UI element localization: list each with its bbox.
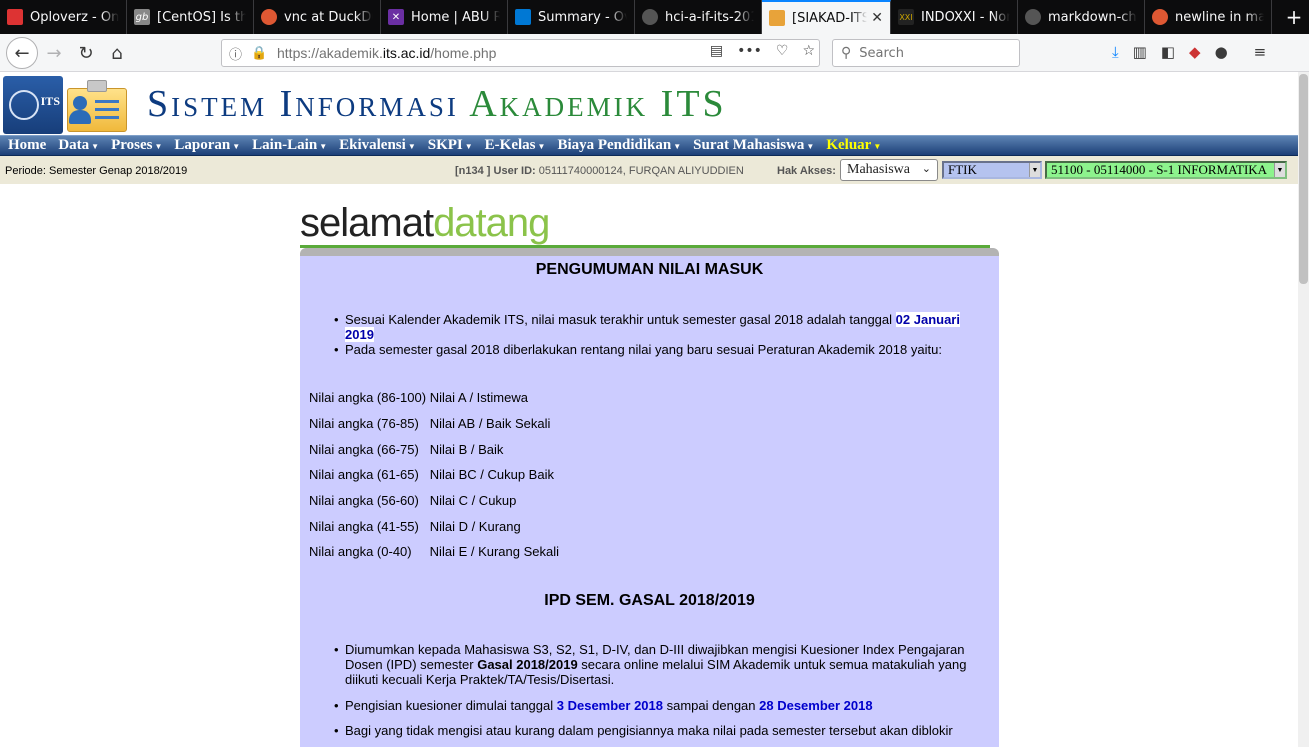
search-input[interactable]: ⚲ Search: [832, 39, 1020, 67]
reader-view-icon[interactable]: ▤: [710, 43, 723, 59]
lock-icon: 🔒: [251, 45, 268, 61]
menu-data[interactable]: Data ▼: [58, 137, 99, 154]
panel-header-bar: [300, 248, 999, 256]
menu-icon[interactable]: ≡: [1254, 43, 1267, 61]
grade-row: Nilai angka (61-65) Nilai BC / Cukup Bai…: [309, 467, 554, 482]
main-menu: Home Data ▼ Proses ▼ Laporan ▼ Lain-Lain ▼ E…: [0, 135, 1298, 156]
sidebar-icon[interactable]: ◧: [1161, 43, 1175, 61]
browser-tab[interactable]: hci-a-if-its-201: [635, 0, 762, 34]
hak-akses-label: Hak Akses:: [777, 165, 836, 177]
extension-b-icon[interactable]: ●: [1215, 43, 1228, 61]
periode-text: Periode: Semester Genap 2018/2019: [5, 165, 188, 177]
grade-row: Nilai angka (76-85) Nilai AB / Baik Seka…: [309, 416, 551, 431]
grade-row: Nilai angka (41-55) Nilai D / Kurang: [309, 519, 521, 534]
bookmark-star-icon[interactable]: ☆: [802, 43, 815, 59]
list-item: Diumumkan kepada Mahasiswa S3, S2, S1, D…: [334, 642, 985, 687]
section-heading: IPD SEM. GASAL 2018/2019: [544, 592, 755, 609]
page-content: ITS Sistem Informasi Akademik ITS Home D…: [0, 72, 1298, 747]
menu-lain-lain[interactable]: Lain-Lain ▼: [252, 137, 327, 154]
pocket-icon[interactable]: ♡: [776, 43, 789, 59]
hak-akses-select[interactable]: Mahasiswa ⌄: [840, 159, 938, 181]
user-id-text: [n134 ] User ID: 05111740000124, FURQAN …: [455, 165, 744, 177]
grade-row: Nilai angka (56-60) Nilai C / Cukup: [309, 493, 517, 508]
list-item: Bagi yang tidak mengisi atau kurang dala…: [334, 723, 985, 738]
duckduckgo-icon: [1152, 9, 1168, 25]
duckduckgo-icon: [261, 9, 277, 25]
download-icon[interactable]: ⤓: [1112, 43, 1119, 61]
grade-row: Nilai angka (66-75) Nilai B / Baik: [309, 442, 504, 457]
browser-tab[interactable]: XXI INDOXXI - Non: [891, 0, 1018, 34]
info-icon[interactable]: ⓘ: [229, 44, 251, 63]
id-card-icon: [63, 80, 127, 132]
close-tab-icon[interactable]: ✕: [871, 10, 883, 26]
tab-favicon-icon: [7, 9, 23, 25]
browser-tab[interactable]: Summary - Ove: [508, 0, 635, 34]
browser-tab[interactable]: gb[CentOS] Is the: [127, 0, 254, 34]
reload-button[interactable]: ↻: [72, 39, 100, 67]
menu-biaya-pendidikan[interactable]: Biaya Pendidikan ▼: [557, 137, 681, 154]
tab-favicon-icon: XXI: [898, 9, 914, 25]
menu-keluar[interactable]: Keluar ▼: [826, 137, 881, 154]
list-item: Pengisian kuesioner dimulai tanggal 3 De…: [334, 698, 985, 713]
browser-tab[interactable]: ✕Home | ABU Ro: [381, 0, 508, 34]
chevron-down-icon: ⌄: [921, 163, 931, 175]
url-text: https://akademik.its.ac.id/home.php: [277, 45, 497, 61]
dropdown-arrow-icon: ▼: [1274, 163, 1285, 177]
new-tab-button[interactable]: +: [1279, 0, 1309, 34]
menu-proses[interactable]: Proses ▼: [111, 137, 162, 154]
browser-tab-active[interactable]: [SIAKAD-ITS] ✕: [762, 0, 891, 34]
browser-tab[interactable]: Oploverz - One: [0, 0, 127, 34]
github-icon: [642, 9, 658, 25]
its-logo: ITS: [3, 76, 63, 134]
page-scrollbar[interactable]: [1298, 72, 1309, 747]
browser-tab[interactable]: markdown-che: [1018, 0, 1145, 34]
program-select[interactable]: 51100 - 05114000 - S-1 INFORMATIKA ▼: [1045, 161, 1287, 179]
siakad-favicon-icon: [769, 10, 785, 26]
home-button[interactable]: ⌂: [103, 39, 131, 67]
browser-tab[interactable]: vnc at DuckDu: [254, 0, 381, 34]
browser-tab[interactable]: newline in mar: [1145, 0, 1272, 34]
menu-ekivalensi[interactable]: Ekivalensi ▼: [339, 137, 416, 154]
menu-skpi[interactable]: SKPI ▼: [428, 137, 473, 154]
menu-laporan[interactable]: Laporan ▼: [174, 137, 240, 154]
info-bar: Periode: Semester Genap 2018/2019 [n134 …: [0, 156, 1298, 184]
faculty-select[interactable]: FTIK ▼: [942, 161, 1042, 179]
dropdown-arrow-icon: ▼: [1029, 163, 1040, 177]
list-item: Sesuai Kalender Akademik ITS, nilai masu…: [334, 312, 985, 342]
welcome-heading: selamatdatang: [300, 201, 550, 245]
page-actions-icon[interactable]: •••: [737, 43, 762, 59]
announcement-panel: PENGUMUMAN NILAI MASUK Sesuai Kalender A…: [300, 256, 999, 747]
nav-bar: ← → ↻ ⌂ ⓘ 🔒 https://akademik.its.ac.id/h…: [0, 34, 1309, 72]
url-bar[interactable]: ⓘ 🔒 https://akademik.its.ac.id/home.php …: [221, 39, 820, 67]
menu-surat-mahasiswa[interactable]: Surat Mahasiswa ▼: [693, 137, 814, 154]
back-button[interactable]: ←: [6, 37, 38, 69]
site-banner: ITS Sistem Informasi Akademik ITS: [0, 72, 1298, 135]
azure-devops-icon: [515, 9, 531, 25]
search-icon: ⚲: [841, 45, 852, 61]
menu-e-kelas[interactable]: E-Kelas ▼: [485, 137, 546, 154]
library-icon[interactable]: ▥: [1133, 43, 1147, 61]
site-title: Sistem Informasi Akademik ITS: [147, 83, 727, 125]
tab-favicon-icon: gb: [134, 9, 150, 25]
tab-strip: Oploverz - One gb[CentOS] Is the vnc at …: [0, 0, 1309, 34]
menu-home[interactable]: Home: [8, 137, 46, 154]
scrollbar-thumb[interactable]: [1299, 74, 1308, 284]
github-icon: [1025, 9, 1041, 25]
grade-row: Nilai angka (86-100) Nilai A / Istimewa: [309, 390, 528, 405]
forward-button[interactable]: →: [40, 39, 68, 67]
section-heading: PENGUMUMAN NILAI MASUK: [535, 261, 764, 278]
tab-favicon-icon: ✕: [388, 9, 404, 25]
extension-icon[interactable]: ◆: [1189, 43, 1201, 61]
list-item: Pada semester gasal 2018 diberlakukan re…: [334, 342, 985, 357]
grade-row: Nilai angka (0-40) Nilai E / Kurang Seka…: [309, 544, 560, 559]
